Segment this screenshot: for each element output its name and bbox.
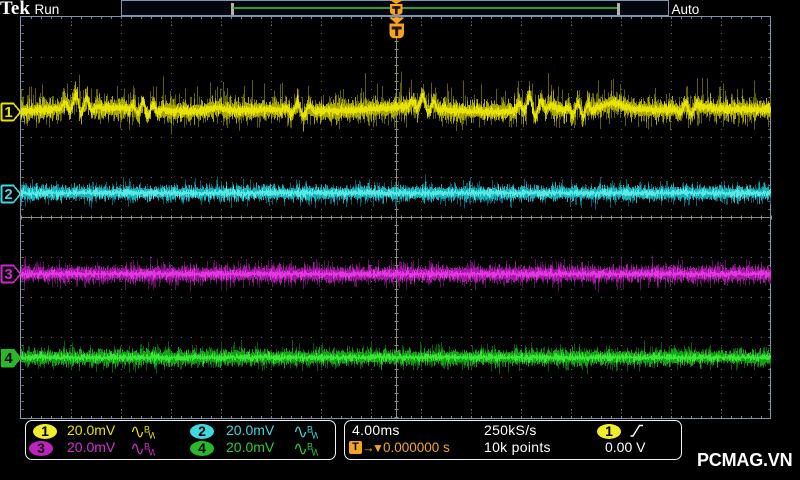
svg-text:2: 2 [4, 186, 12, 203]
svg-text:4: 4 [4, 350, 13, 367]
svg-text:3: 3 [4, 266, 12, 283]
svg-text:1: 1 [4, 104, 12, 121]
